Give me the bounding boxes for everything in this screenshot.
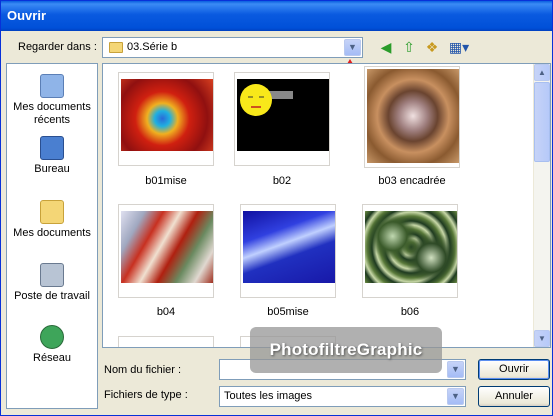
watermark: PhotofiltreGraphic — [250, 327, 442, 373]
place-desktop[interactable]: Bureau — [7, 136, 97, 176]
recent-documents-icon — [40, 74, 64, 98]
my-documents-icon — [40, 200, 64, 224]
file-tile-b04[interactable] — [118, 204, 214, 298]
file-caption[interactable]: b03 encadrée — [357, 175, 467, 187]
filetype-dropdown-button[interactable]: ▼ — [447, 388, 464, 405]
file-caption[interactable]: b06 — [355, 306, 465, 318]
my-computer-icon — [40, 263, 64, 287]
scroll-up-button[interactable]: ▲ — [534, 64, 550, 81]
look-in-label: Regarder dans : — [18, 41, 97, 53]
new-folder-icon[interactable]: ❖ — [422, 37, 442, 57]
file-tile-b06[interactable] — [362, 204, 458, 298]
place-recent-documents[interactable]: Mes documents récents — [7, 74, 97, 127]
file-tile-b05mise[interactable] — [240, 204, 336, 298]
place-my-documents[interactable]: Mes documents — [7, 200, 97, 240]
network-icon — [40, 325, 64, 349]
view-menu-icon[interactable]: ▦▾ — [446, 37, 472, 57]
window-title: Ouvrir — [7, 8, 47, 23]
scroll-thumb[interactable] — [534, 82, 550, 162]
back-icon[interactable]: ◀ — [376, 37, 396, 57]
scroll-down-button[interactable]: ▼ — [534, 330, 550, 347]
look-in-combo[interactable]: 03.Série b ▼ — [102, 37, 363, 58]
filetype-value: Toutes les images — [224, 390, 313, 402]
up-folder-icon[interactable]: ⇧ — [399, 37, 419, 57]
place-label: Mes documents récents — [13, 101, 91, 126]
thumbnail — [243, 211, 335, 283]
thumbnail — [121, 79, 213, 151]
filename-label: Nom du fichier : — [104, 364, 182, 376]
thumbnail — [367, 69, 459, 163]
file-tile-b01mise[interactable] — [118, 72, 214, 166]
thumbnail — [237, 79, 329, 151]
thumbnail — [365, 211, 457, 283]
open-button[interactable]: Ouvrir — [478, 359, 550, 380]
vertical-scrollbar[interactable]: ▲ ▼ — [533, 64, 550, 347]
folder-icon — [109, 42, 123, 53]
places-bar: Mes documents récents Bureau Mes documen… — [6, 63, 98, 409]
place-network[interactable]: Réseau — [7, 325, 97, 365]
place-my-computer[interactable]: Poste de travail — [7, 263, 97, 303]
file-caption[interactable]: b05mise — [233, 306, 343, 318]
place-label: Poste de travail — [14, 290, 90, 302]
file-tile-b03-encadree[interactable] — [364, 66, 460, 168]
thumbnail — [121, 211, 213, 283]
title-bar: Ouvrir — [1, 1, 552, 31]
filetype-label: Fichiers de type : — [104, 389, 188, 401]
place-label: Mes documents — [13, 227, 91, 239]
place-label: Bureau — [34, 163, 70, 175]
file-tile-b02[interactable] — [234, 72, 330, 166]
file-caption[interactable]: b02 — [227, 175, 337, 187]
filename-dropdown-button[interactable]: ▼ — [447, 361, 464, 378]
open-dialog: Ouvrir Regarder dans : 03.Série b ▼ ◀ ⇧ … — [0, 0, 553, 416]
look-in-value: 03.Série b — [127, 41, 178, 53]
file-caption[interactable]: b01mise — [111, 175, 221, 187]
file-list: b01mise b02 b03 encadrée b04 b05mise b06… — [102, 63, 551, 348]
file-caption[interactable]: b04 — [111, 306, 221, 318]
cancel-button[interactable]: Annuler — [478, 386, 550, 407]
look-in-dropdown-button[interactable]: ▼ — [344, 39, 361, 56]
place-label: Réseau — [33, 352, 71, 364]
filetype-select[interactable]: Toutes les images ▼ — [219, 386, 466, 407]
file-tile-partial[interactable] — [118, 336, 214, 347]
desktop-icon — [40, 136, 64, 160]
